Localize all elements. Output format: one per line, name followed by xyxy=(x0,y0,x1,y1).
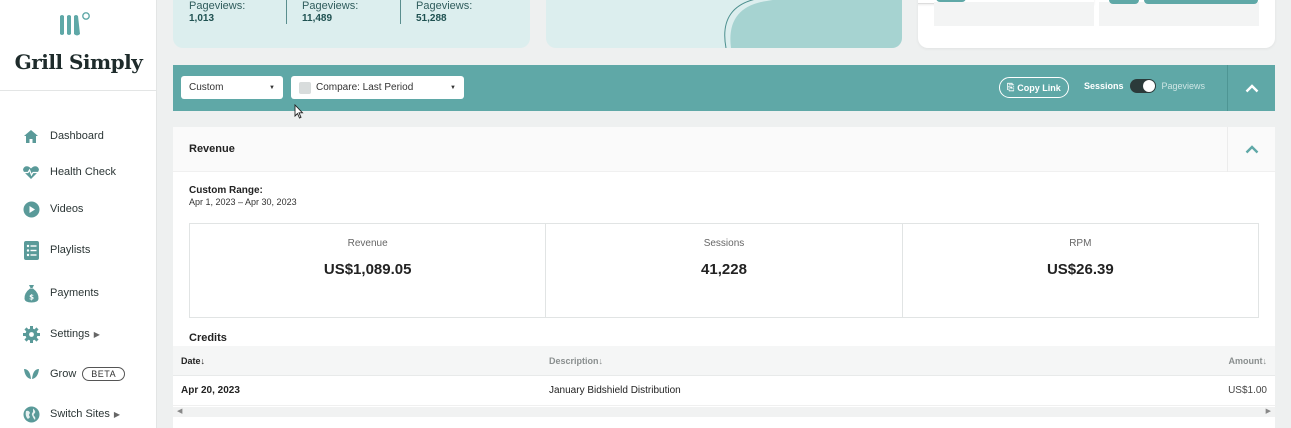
mouse-cursor-icon xyxy=(294,104,304,119)
stat-revenue: Revenue US$1,089.05 xyxy=(190,224,547,317)
stat-label: Sessions xyxy=(703,238,745,249)
sidebar-item-label: Videos xyxy=(50,203,84,215)
sidebar-item-switch-sites[interactable]: Switch Sites ▶ xyxy=(22,403,120,425)
stat-divider xyxy=(286,0,287,24)
metric-toggle-group: Sessions Pageviews xyxy=(1084,79,1205,93)
custom-range-value: Apr 1, 2023 – Apr 30, 2023 xyxy=(189,197,297,207)
pageviews-value: 51,288 xyxy=(416,13,447,24)
credits-table-header: Date↓ Description↓ Amount↓ xyxy=(173,346,1275,376)
gear-icon xyxy=(22,325,40,343)
custom-range-label: Custom Range: xyxy=(189,185,263,196)
submit-button[interactable] xyxy=(1144,0,1258,4)
beta-badge: BETA xyxy=(82,367,126,381)
row-date: Apr 20, 2023 xyxy=(181,385,240,396)
illustration-card xyxy=(546,0,902,48)
sidebar-item-dashboard[interactable]: Dashboard xyxy=(22,125,104,147)
pageviews-value: 1,013 xyxy=(189,13,215,24)
pageviews-stat: Pageviews: 1,013 xyxy=(189,0,245,24)
pageviews-stat: Pageviews: 51,288 xyxy=(416,0,472,24)
sidebar-item-label: Health Check xyxy=(50,166,117,178)
dropdown-arrow-icon: ▼ xyxy=(450,84,456,91)
stat-value: 41,228 xyxy=(701,261,747,278)
logo-icon xyxy=(60,12,90,36)
stat-label: Revenue xyxy=(347,238,388,249)
filter-bar: Custom ▼ Compare: Last Period ▼ ⎘ Copy L… xyxy=(173,65,1275,111)
revenue-panel: Revenue Custom Range: Apr 1, 2023 – Apr … xyxy=(173,127,1275,428)
sessions-pageviews-toggle[interactable] xyxy=(1129,79,1156,93)
column-header-description[interactable]: Description↓ xyxy=(549,356,603,366)
stat-label: RPM xyxy=(1069,238,1092,249)
heartbeat-icon xyxy=(22,163,40,181)
site-name: Grill Simply xyxy=(14,50,143,74)
chevron-up-icon xyxy=(1245,145,1258,154)
sidebar-divider xyxy=(0,90,157,91)
date-range-select[interactable]: Custom ▼ xyxy=(181,76,283,99)
stat-divider xyxy=(400,0,401,24)
play-circle-icon xyxy=(22,200,40,218)
actions-card xyxy=(918,0,1275,48)
sidebar-item-label: Payments xyxy=(50,287,99,299)
toggle-label-pageviews: Pageviews xyxy=(1161,81,1206,91)
pageviews-value: 11,489 xyxy=(302,13,333,24)
compare-checkbox[interactable] xyxy=(299,81,311,94)
scroll-right-icon[interactable]: ▶ xyxy=(1266,407,1271,417)
toggle-label-sessions: Sessions xyxy=(1084,81,1124,91)
pageviews-stat: Pageviews: 11,489 xyxy=(302,0,358,24)
sidebar-item-videos[interactable]: Videos xyxy=(22,198,83,220)
stat-value: US$26.39 xyxy=(1046,261,1114,278)
table-row: Apr 20, 2023 January Bidshield Distribut… xyxy=(173,376,1275,406)
copy-link-label: Copy Link xyxy=(1017,82,1061,93)
row-amount: US$1.00 xyxy=(1228,385,1267,396)
date-range-value: Custom xyxy=(189,82,224,93)
dropdown-arrow-icon: ▼ xyxy=(269,84,275,91)
compare-select[interactable]: Compare: Last Period ▼ xyxy=(291,76,464,99)
leaf-icon xyxy=(22,365,40,383)
sidebar-item-label: Grow xyxy=(50,368,77,380)
chevron-up-icon xyxy=(1245,83,1258,92)
globe-icon xyxy=(22,405,40,423)
row-description: January Bidshield Distribution xyxy=(549,385,681,396)
sidebar: Grill Simply Dashboard Health Check Vide… xyxy=(0,0,157,428)
pageviews-label: Pageviews: xyxy=(416,0,473,12)
panel-header: Revenue xyxy=(173,127,1275,172)
calendar-button[interactable] xyxy=(1109,0,1139,4)
wave-illustration xyxy=(724,0,902,48)
caret-right-icon: ▶ xyxy=(93,329,100,339)
sidebar-item-label: Dashboard xyxy=(50,130,104,142)
money-bag-icon: $ xyxy=(22,284,40,302)
copy-link-button[interactable]: ⎘ Copy Link xyxy=(999,77,1069,98)
home-icon xyxy=(22,127,40,145)
pageviews-label: Pageviews: xyxy=(302,0,359,12)
sidebar-item-playlists[interactable]: Playlists xyxy=(22,239,90,261)
svg-text:$: $ xyxy=(29,293,34,301)
sidebar-item-label: Switch Sites xyxy=(50,408,110,420)
sidebar-item-label: Playlists xyxy=(50,244,91,256)
copy-icon: ⎘ xyxy=(1007,82,1015,92)
column-header-amount[interactable]: Amount↓ xyxy=(1229,356,1268,366)
sidebar-item-payments[interactable]: $ Payments xyxy=(22,282,99,304)
stat-value: US$1,089.05 xyxy=(323,261,412,278)
sidebar-item-label: Settings xyxy=(50,328,90,340)
collapse-filter-button[interactable] xyxy=(1228,65,1275,111)
scroll-left-icon[interactable]: ◀ xyxy=(177,407,182,417)
sidebar-item-grow[interactable]: Grow BETA xyxy=(22,363,126,385)
input-field[interactable] xyxy=(1099,2,1259,26)
compare-value: Compare: Last Period xyxy=(316,82,414,93)
pageviews-label: Pageviews: xyxy=(189,0,246,12)
credits-title: Credits xyxy=(189,332,227,344)
sidebar-item-health-check[interactable]: Health Check xyxy=(22,161,116,183)
revenue-stats: Revenue US$1,089.05 Sessions 41,228 RPM … xyxy=(189,223,1259,318)
list-icon xyxy=(22,240,40,260)
stat-rpm: RPM US$26.39 xyxy=(903,224,1258,317)
panel-title: Revenue xyxy=(189,143,235,155)
caret-right-icon: ▶ xyxy=(113,409,121,419)
toggle-knob xyxy=(1142,80,1155,92)
horizontal-scrollbar[interactable]: ◀ ▶ xyxy=(173,407,1275,417)
sidebar-item-settings[interactable]: Settings ▶ xyxy=(22,323,100,345)
pageviews-card: Pageviews: 1,013 Pageviews: 11,489 Pagev… xyxy=(173,0,530,48)
collapse-revenue-button[interactable] xyxy=(1228,127,1275,172)
stat-sessions: Sessions 41,228 xyxy=(546,224,903,317)
column-header-date[interactable]: Date↓ xyxy=(181,356,205,366)
input-field[interactable] xyxy=(934,2,1094,26)
